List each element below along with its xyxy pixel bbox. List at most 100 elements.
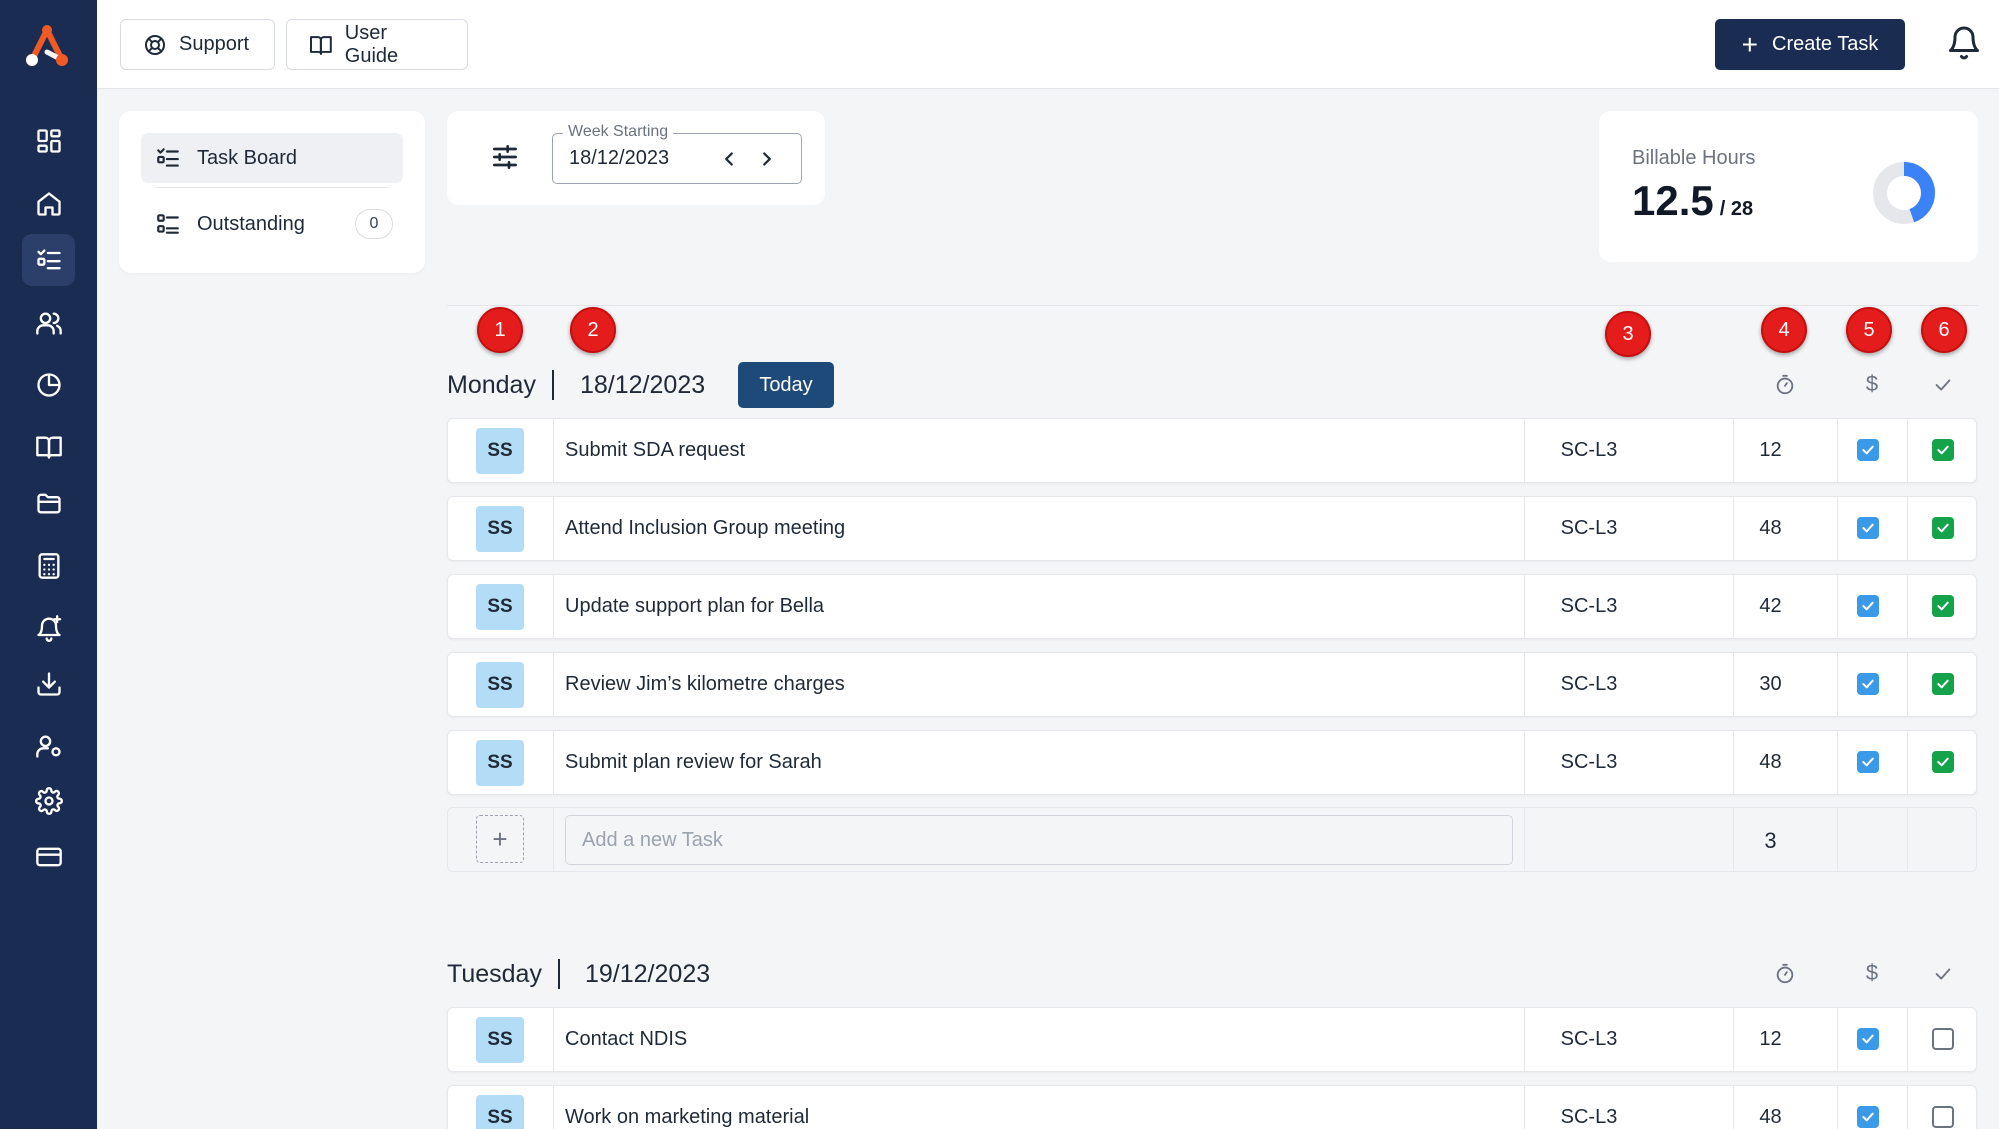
col-done-header — [1931, 962, 1955, 986]
task-row[interactable]: SS Submit SDA request SC-L3 12 — [447, 418, 1977, 483]
annotation-marker-4: 4 — [1761, 307, 1807, 353]
task-name[interactable]: Contact NDIS — [565, 1028, 687, 1051]
dollar-icon: $ — [1865, 960, 1879, 985]
nav-user-settings[interactable] — [22, 720, 75, 772]
billable-checkbox[interactable] — [1857, 1028, 1879, 1050]
nav-files[interactable] — [22, 477, 75, 529]
billable-hours-number: 12.5 — [1632, 177, 1714, 224]
week-starting-value[interactable]: 18/12/2023 — [569, 147, 669, 170]
assignee-badge[interactable]: SS — [476, 506, 524, 552]
done-checkbox[interactable] — [1932, 1028, 1954, 1050]
today-badge[interactable]: Today — [738, 362, 834, 408]
billable-checkbox[interactable] — [1857, 439, 1879, 461]
book-open-icon — [309, 35, 332, 55]
task-code[interactable]: SC-L3 — [1524, 751, 1654, 774]
task-name[interactable]: Work on marketing material — [565, 1106, 809, 1129]
billable-checkbox[interactable] — [1857, 517, 1879, 539]
checkmark-icon — [1935, 968, 1951, 980]
outstanding-label: Outstanding — [197, 212, 305, 235]
support-button[interactable]: Support — [120, 19, 275, 70]
assignee-badge[interactable]: SS — [476, 662, 524, 708]
billable-checkbox[interactable] — [1857, 595, 1879, 617]
cell-divider — [1837, 808, 1838, 871]
task-hours[interactable]: 12 — [1733, 439, 1808, 462]
app-logo[interactable] — [20, 22, 74, 72]
billable-checkbox[interactable] — [1857, 1106, 1879, 1128]
previous-week-button[interactable] — [716, 146, 742, 172]
assignee-badge[interactable]: SS — [476, 1095, 524, 1129]
checkmark-icon — [1862, 445, 1874, 455]
view-task-board[interactable]: Task Board — [141, 133, 403, 183]
task-row[interactable]: SS Work on marketing material SC-L3 48 — [447, 1085, 1977, 1129]
assignee-badge[interactable]: SS — [476, 428, 524, 474]
nav-people[interactable] — [22, 297, 75, 349]
cell-divider — [1907, 497, 1908, 560]
nav-reports[interactable] — [22, 359, 75, 411]
nav-downloads[interactable] — [22, 658, 75, 710]
task-code[interactable]: SC-L3 — [1524, 439, 1654, 462]
pie-chart-icon — [36, 373, 61, 397]
task-list-icon — [36, 249, 61, 270]
nav-settings[interactable] — [22, 775, 75, 827]
add-task-row: + 3 — [447, 807, 1977, 872]
next-week-button[interactable] — [754, 146, 780, 172]
filter-settings-button[interactable] — [489, 141, 521, 173]
billable-checkbox[interactable] — [1857, 673, 1879, 695]
support-label: Support — [179, 33, 250, 55]
task-row[interactable]: SS Review Jim’s kilometre charges SC-L3 … — [447, 652, 1977, 717]
nav-calculator[interactable] — [22, 540, 75, 592]
task-hours[interactable]: 12 — [1733, 1028, 1808, 1051]
section-divider — [447, 305, 1978, 306]
task-code[interactable]: SC-L3 — [1524, 1028, 1654, 1051]
task-code[interactable]: SC-L3 — [1524, 673, 1654, 696]
task-hours[interactable]: 30 — [1733, 673, 1808, 696]
view-outstanding[interactable]: Outstanding 0 — [141, 199, 403, 249]
task-name[interactable]: Submit SDA request — [565, 439, 745, 462]
billable-checkbox[interactable] — [1857, 751, 1879, 773]
add-task-button[interactable]: + — [476, 815, 524, 863]
task-name[interactable]: Update support plan for Bella — [565, 595, 824, 618]
nav-tasks[interactable] — [22, 234, 75, 286]
task-name[interactable]: Review Jim’s kilometre charges — [565, 673, 845, 696]
task-row[interactable]: SS Attend Inclusion Group meeting SC-L3 … — [447, 496, 1977, 561]
cell-divider — [1837, 575, 1838, 638]
task-hours[interactable]: 42 — [1733, 595, 1808, 618]
task-code[interactable]: SC-L3 — [1524, 517, 1654, 540]
task-name[interactable]: Submit plan review for Sarah — [565, 751, 822, 774]
nav-notifications[interactable] — [22, 602, 75, 654]
week-starting-label: Week Starting — [563, 123, 674, 141]
day-name: Monday — [447, 371, 536, 399]
done-checkbox[interactable] — [1932, 517, 1954, 539]
notifications-button[interactable] — [1946, 24, 1984, 64]
nav-home[interactable] — [22, 178, 75, 230]
task-row[interactable]: SS Update support plan for Bella SC-L3 4… — [447, 574, 1977, 639]
assignee-badge[interactable]: SS — [476, 584, 524, 630]
day-hours-total: 3 — [1764, 828, 1777, 853]
nav-dashboard[interactable] — [22, 115, 75, 167]
create-task-label: Create Task — [1772, 33, 1879, 55]
done-checkbox[interactable] — [1932, 673, 1954, 695]
done-checkbox[interactable] — [1932, 439, 1954, 461]
done-checkbox[interactable] — [1932, 751, 1954, 773]
folder-icon — [36, 493, 61, 514]
nav-guide[interactable] — [22, 421, 75, 473]
assignee-badge[interactable]: SS — [476, 740, 524, 786]
week-starting-field[interactable]: Week Starting 18/12/2023 — [552, 123, 802, 184]
task-row[interactable]: SS Submit plan review for Sarah SC-L3 48 — [447, 730, 1977, 795]
task-hours[interactable]: 48 — [1733, 751, 1808, 774]
task-hours[interactable]: 48 — [1733, 517, 1808, 540]
add-task-input[interactable] — [565, 815, 1513, 865]
task-code[interactable]: SC-L3 — [1524, 1106, 1654, 1129]
task-code[interactable]: SC-L3 — [1524, 595, 1654, 618]
task-hours[interactable]: 48 — [1733, 1106, 1808, 1129]
checkmark-icon — [1862, 601, 1874, 611]
assignee-badge[interactable]: SS — [476, 1017, 524, 1063]
done-checkbox[interactable] — [1932, 1106, 1954, 1128]
done-checkbox[interactable] — [1932, 595, 1954, 617]
task-row[interactable]: SS Contact NDIS SC-L3 12 — [447, 1007, 1977, 1072]
task-name[interactable]: Attend Inclusion Group meeting — [565, 517, 845, 540]
view-panel: Task Board Outstanding 0 — [119, 111, 425, 273]
user-guide-button[interactable]: User Guide — [286, 19, 468, 70]
nav-billing[interactable] — [22, 831, 75, 883]
create-task-button[interactable]: + Create Task — [1715, 19, 1905, 70]
